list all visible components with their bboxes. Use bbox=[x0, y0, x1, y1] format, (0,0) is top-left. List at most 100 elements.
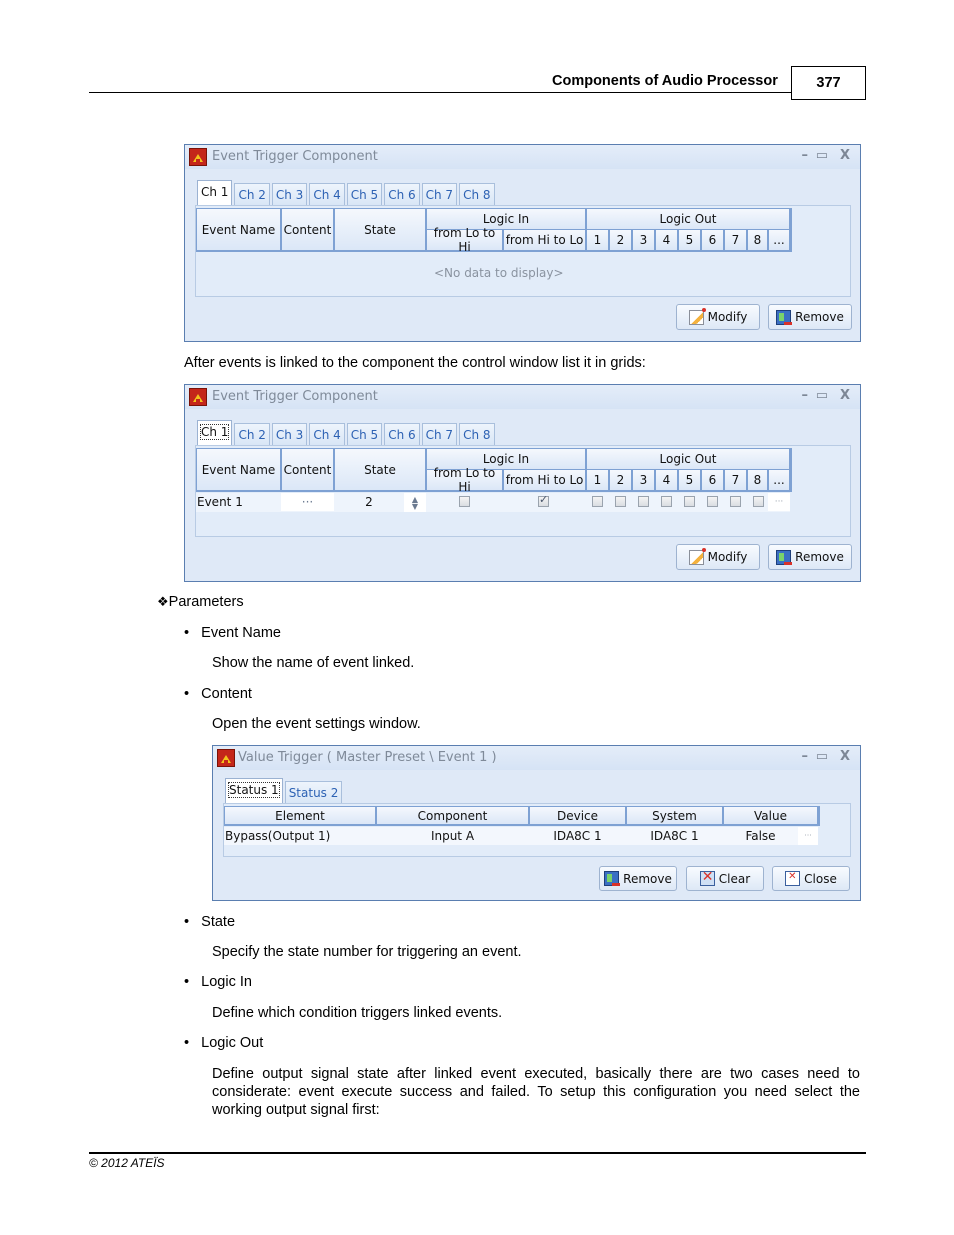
col-state[interactable]: State bbox=[335, 449, 427, 491]
col-logic-out-3[interactable]: 3 bbox=[633, 470, 656, 491]
col-logic-in-lo-hi[interactable]: from Lo to Hi bbox=[427, 466, 504, 494]
param-desc: Specify the state number for triggering … bbox=[212, 944, 522, 960]
logic-out-5-checkbox[interactable] bbox=[684, 496, 695, 507]
modify-label: Modify bbox=[707, 310, 748, 324]
minimize-button[interactable]: – bbox=[802, 749, 809, 764]
col-event-name[interactable]: Event Name bbox=[197, 209, 282, 251]
table-row[interactable]: Bypass(Output 1) Input A IDA8C 1 IDA8C 1… bbox=[224, 827, 818, 845]
close-button[interactable]: X bbox=[840, 388, 850, 403]
tab-ch1[interactable]: Ch 1 bbox=[197, 180, 233, 206]
tab-ch3[interactable]: Ch 3 bbox=[271, 183, 308, 205]
logic-in-lo-to-hi-checkbox[interactable] bbox=[459, 496, 470, 507]
logic-out-8-checkbox[interactable] bbox=[753, 496, 764, 507]
state-spinner[interactable]: ▲ ▼ bbox=[404, 493, 426, 512]
remove-label: Remove bbox=[795, 550, 844, 564]
value-more-button[interactable]: ··· bbox=[798, 827, 818, 845]
tab-ch8[interactable]: Ch 8 bbox=[459, 423, 495, 445]
footer-rule bbox=[89, 1152, 866, 1154]
param-desc: Define output signal state after linked … bbox=[212, 1066, 860, 1118]
value-cell[interactable]: False bbox=[723, 827, 798, 845]
col-value[interactable]: Value bbox=[724, 807, 819, 825]
tab-ch6[interactable]: Ch 6 bbox=[384, 183, 420, 205]
col-content[interactable]: Content bbox=[282, 449, 335, 491]
col-event-name[interactable]: Event Name bbox=[197, 449, 282, 491]
col-logic-out-3[interactable]: 3 bbox=[633, 230, 656, 251]
maximize-button[interactable]: ▭ bbox=[816, 148, 828, 163]
copyright: © 2012 ATEÏS bbox=[89, 1156, 165, 1170]
col-element[interactable]: Element bbox=[225, 807, 377, 825]
logic-out-1-checkbox[interactable] bbox=[592, 496, 603, 507]
logic-out-2-checkbox[interactable] bbox=[615, 496, 626, 507]
col-logic-out-2[interactable]: 2 bbox=[610, 230, 633, 251]
tab-label: Ch 2 bbox=[238, 428, 266, 442]
tab-ch4[interactable]: Ch 4 bbox=[309, 183, 345, 205]
col-logic-out-1[interactable]: 1 bbox=[587, 230, 610, 251]
close-dialog-button[interactable]: Close bbox=[772, 866, 850, 891]
tab-ch5[interactable]: Ch 5 bbox=[346, 423, 383, 445]
tab-ch2[interactable]: Ch 2 bbox=[234, 423, 270, 445]
logic-out-4-checkbox[interactable] bbox=[661, 496, 672, 507]
col-logic-out-6[interactable]: 6 bbox=[702, 230, 725, 251]
param-item-content: • Content bbox=[184, 686, 252, 702]
col-logic-out-4[interactable]: 4 bbox=[656, 230, 679, 251]
col-logic-in-hi-lo[interactable]: from Hi to Lo bbox=[504, 470, 587, 491]
col-logic-out-more[interactable]: ... bbox=[769, 230, 791, 251]
logic-out-7-checkbox[interactable] bbox=[730, 496, 741, 507]
state-cell[interactable]: 2 bbox=[334, 493, 404, 511]
remove-button[interactable]: Remove bbox=[768, 304, 852, 330]
tab-ch6[interactable]: Ch 6 bbox=[384, 423, 420, 445]
tab-ch8[interactable]: Ch 8 bbox=[459, 183, 495, 205]
remove-button[interactable]: Remove bbox=[599, 866, 677, 891]
maximize-button[interactable]: ▭ bbox=[816, 749, 828, 764]
col-logic-out-4[interactable]: 4 bbox=[656, 470, 679, 491]
col-logic-out-1[interactable]: 1 bbox=[587, 470, 610, 491]
logic-out-3-checkbox[interactable] bbox=[638, 496, 649, 507]
logic-in-hi-to-lo-checkbox[interactable] bbox=[538, 493, 549, 507]
logic-out-more-button[interactable]: ··· bbox=[768, 493, 790, 511]
tab-status2[interactable]: Status 2 bbox=[284, 781, 343, 803]
col-logic-out-7[interactable]: 7 bbox=[725, 470, 748, 491]
col-logic-in-lo-hi[interactable]: from Lo to Hi bbox=[427, 226, 504, 254]
page-number: 377 bbox=[791, 66, 866, 100]
remove-label: Remove bbox=[795, 310, 844, 324]
tab-ch1[interactable]: Ch 1 bbox=[197, 420, 233, 446]
tab-ch3[interactable]: Ch 3 bbox=[271, 423, 308, 445]
table-row[interactable]: Event 1 ··· 2 ▲ ▼ ··· bbox=[196, 493, 790, 512]
tab-label: Status 2 bbox=[288, 786, 339, 800]
remove-button[interactable]: Remove bbox=[768, 544, 852, 570]
minimize-button[interactable]: – bbox=[802, 388, 809, 403]
minimize-button[interactable]: – bbox=[802, 148, 809, 163]
remove-list-icon bbox=[604, 871, 621, 886]
tab-ch7[interactable]: Ch 7 bbox=[421, 183, 458, 205]
modify-button[interactable]: Modify bbox=[676, 304, 760, 330]
col-logic-out-6[interactable]: 6 bbox=[702, 470, 725, 491]
col-system[interactable]: System bbox=[627, 807, 724, 825]
col-logic-out-8[interactable]: 8 bbox=[748, 470, 769, 491]
col-device[interactable]: Device bbox=[530, 807, 627, 825]
tab-ch4[interactable]: Ch 4 bbox=[309, 423, 345, 445]
content-button[interactable]: ··· bbox=[281, 493, 334, 511]
col-state[interactable]: State bbox=[335, 209, 427, 251]
spin-down-icon[interactable]: ▼ bbox=[410, 503, 420, 511]
col-logic-in-hi-lo[interactable]: from Hi to Lo bbox=[504, 230, 587, 251]
maximize-button[interactable]: ▭ bbox=[816, 388, 828, 403]
col-component[interactable]: Component bbox=[377, 807, 530, 825]
tab-status1[interactable]: Status 1 bbox=[225, 778, 283, 804]
close-button[interactable]: X bbox=[840, 148, 850, 163]
tab-ch5[interactable]: Ch 5 bbox=[346, 183, 383, 205]
col-logic-out-5[interactable]: 5 bbox=[679, 470, 702, 491]
grid-panel: Event Name Content State Logic In from L… bbox=[195, 205, 851, 297]
modify-button[interactable]: Modify bbox=[676, 544, 760, 570]
tab-ch2[interactable]: Ch 2 bbox=[234, 183, 270, 205]
col-logic-out-2[interactable]: 2 bbox=[610, 470, 633, 491]
col-logic-out-5[interactable]: 5 bbox=[679, 230, 702, 251]
col-logic-out-8[interactable]: 8 bbox=[748, 230, 769, 251]
col-content[interactable]: Content bbox=[282, 209, 335, 251]
close-button[interactable]: X bbox=[840, 749, 850, 764]
col-logic-out-7[interactable]: 7 bbox=[725, 230, 748, 251]
tab-ch7[interactable]: Ch 7 bbox=[421, 423, 458, 445]
clear-button[interactable]: Clear bbox=[686, 866, 764, 891]
col-logic-out-more[interactable]: ... bbox=[769, 470, 791, 491]
title-bar: Event Trigger Component – ▭ X bbox=[185, 145, 860, 169]
logic-out-6-checkbox[interactable] bbox=[707, 496, 718, 507]
